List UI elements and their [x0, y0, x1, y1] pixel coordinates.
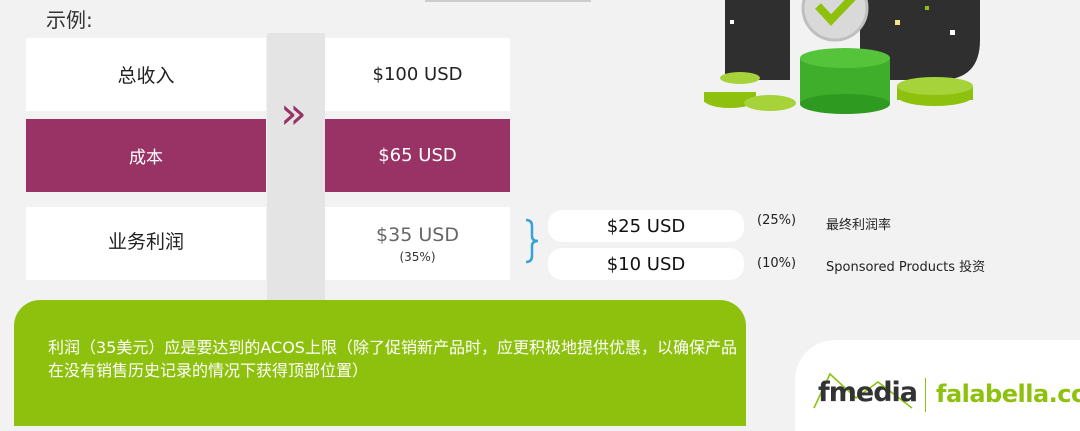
- arrow-column: [267, 33, 325, 308]
- fmedia-logo: fmedia: [818, 377, 918, 408]
- margin-value-pill: $25 USD: [548, 210, 744, 242]
- cost-value-cell: $65 USD: [325, 119, 510, 192]
- margin-percent: (25%): [757, 213, 797, 228]
- ads-desc: Sponsored Products 投资: [826, 260, 986, 275]
- revenue-value-cell: $100 USD: [325, 38, 510, 111]
- profit-percent: (35%): [399, 249, 436, 264]
- cost-label: 成本: [129, 148, 163, 168]
- top-bar-decoration: [425, 0, 591, 2]
- margin-desc: 最终利润率: [826, 218, 892, 233]
- callout-box: 利润（35美元）应是要达到的ACOS上限（除了促销新产品时，应更积极地提供优惠，…: [14, 300, 746, 426]
- ads-value-pill: $10 USD: [548, 248, 744, 280]
- example-label: 示例:: [46, 8, 93, 32]
- profit-label: 业务利润: [107, 231, 184, 253]
- revenue-label-cell: 总收入: [26, 38, 266, 111]
- cost-value: $65 USD: [378, 145, 457, 166]
- callout-text: 利润（35美元）应是要达到的ACOS上限（除了促销新产品时，应更积极地提供优惠，…: [48, 338, 737, 380]
- profit-value: $35 USD: [376, 223, 459, 246]
- podium-illustration: [704, 0, 980, 114]
- double-chevron-icon: »: [280, 88, 307, 139]
- logo-divider: [925, 378, 926, 412]
- ads-value: $10 USD: [606, 253, 686, 275]
- revenue-value: $100 USD: [372, 64, 463, 85]
- profit-value-cell: $35 USD (35%): [325, 207, 510, 280]
- revenue-label: 总收入: [117, 65, 175, 87]
- margin-value: $25 USD: [606, 215, 686, 237]
- ads-percent: (10%): [757, 256, 797, 271]
- profit-label-cell: 业务利润: [26, 207, 266, 280]
- cost-label-cell: 成本: [26, 119, 266, 192]
- brace-icon: [525, 218, 539, 264]
- falabella-logo: falabella.com: [936, 380, 1080, 408]
